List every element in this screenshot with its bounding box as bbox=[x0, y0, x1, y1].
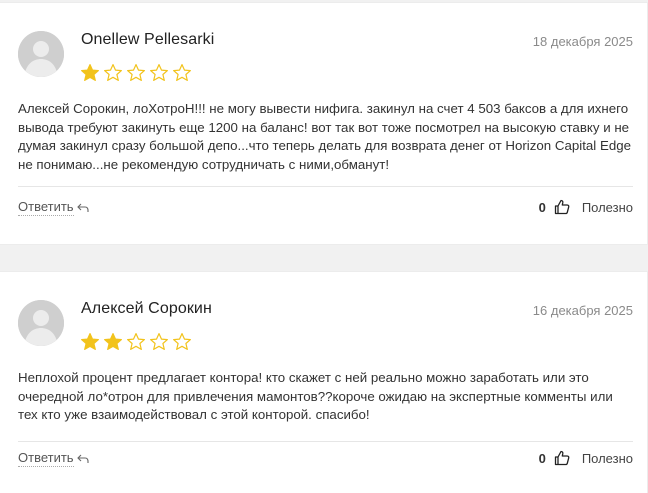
user-avatar-icon bbox=[18, 31, 64, 77]
reply-arrow-icon bbox=[76, 203, 89, 212]
review-text: Неплохой процент предлагает контора! кто… bbox=[18, 370, 613, 422]
like-count: 0 bbox=[538, 450, 546, 466]
reply-label: Ответить bbox=[18, 199, 74, 216]
star-empty-icon bbox=[173, 333, 191, 350]
star-rating bbox=[80, 332, 192, 352]
thumbs-up-icon[interactable] bbox=[554, 450, 570, 466]
avatar bbox=[18, 300, 64, 346]
review-card: Onellew Pellesarki 18 декабря 2025 Алекс… bbox=[0, 2, 648, 245]
review-card: Алексей Сорокин 16 декабря 2025 Неплохой… bbox=[0, 271, 648, 493]
star-empty-icon bbox=[127, 333, 145, 350]
review-actions: 0 Полезно bbox=[539, 199, 633, 215]
review-text: Алексей Сорокин, лоХотроН!!! не могу выв… bbox=[18, 101, 632, 172]
star-empty-icon bbox=[150, 63, 168, 81]
star-filled-icon bbox=[81, 63, 99, 81]
reply-button[interactable]: Ответить bbox=[18, 450, 89, 467]
useful-button[interactable]: Полезно bbox=[582, 200, 633, 215]
useful-button[interactable]: Полезно bbox=[582, 451, 633, 466]
reply-arrow-icon bbox=[76, 454, 89, 463]
star-filled-icon bbox=[104, 333, 122, 350]
avatar bbox=[18, 31, 64, 77]
review-author: Алексей Сорокин bbox=[81, 300, 212, 317]
star-empty-icon bbox=[173, 63, 191, 81]
star-filled-icon bbox=[81, 333, 99, 350]
user-avatar-icon bbox=[18, 300, 64, 346]
star-empty-icon bbox=[104, 63, 122, 81]
review-actions: 0 Полезно bbox=[539, 450, 633, 466]
star-empty-icon bbox=[150, 333, 168, 350]
like-count: 0 bbox=[538, 199, 546, 215]
reply-label: Ответить bbox=[18, 450, 74, 467]
thumbs-up-icon[interactable] bbox=[554, 199, 570, 215]
review-author: Onellew Pellesarki bbox=[81, 31, 215, 48]
star-empty-icon bbox=[127, 63, 145, 81]
review-date: 18 декабря 2025 bbox=[532, 34, 633, 49]
review-date: 16 декабря 2025 bbox=[532, 303, 633, 318]
reply-button[interactable]: Ответить bbox=[18, 199, 89, 216]
divider bbox=[18, 186, 633, 187]
star-rating bbox=[80, 63, 192, 83]
divider bbox=[18, 441, 633, 442]
